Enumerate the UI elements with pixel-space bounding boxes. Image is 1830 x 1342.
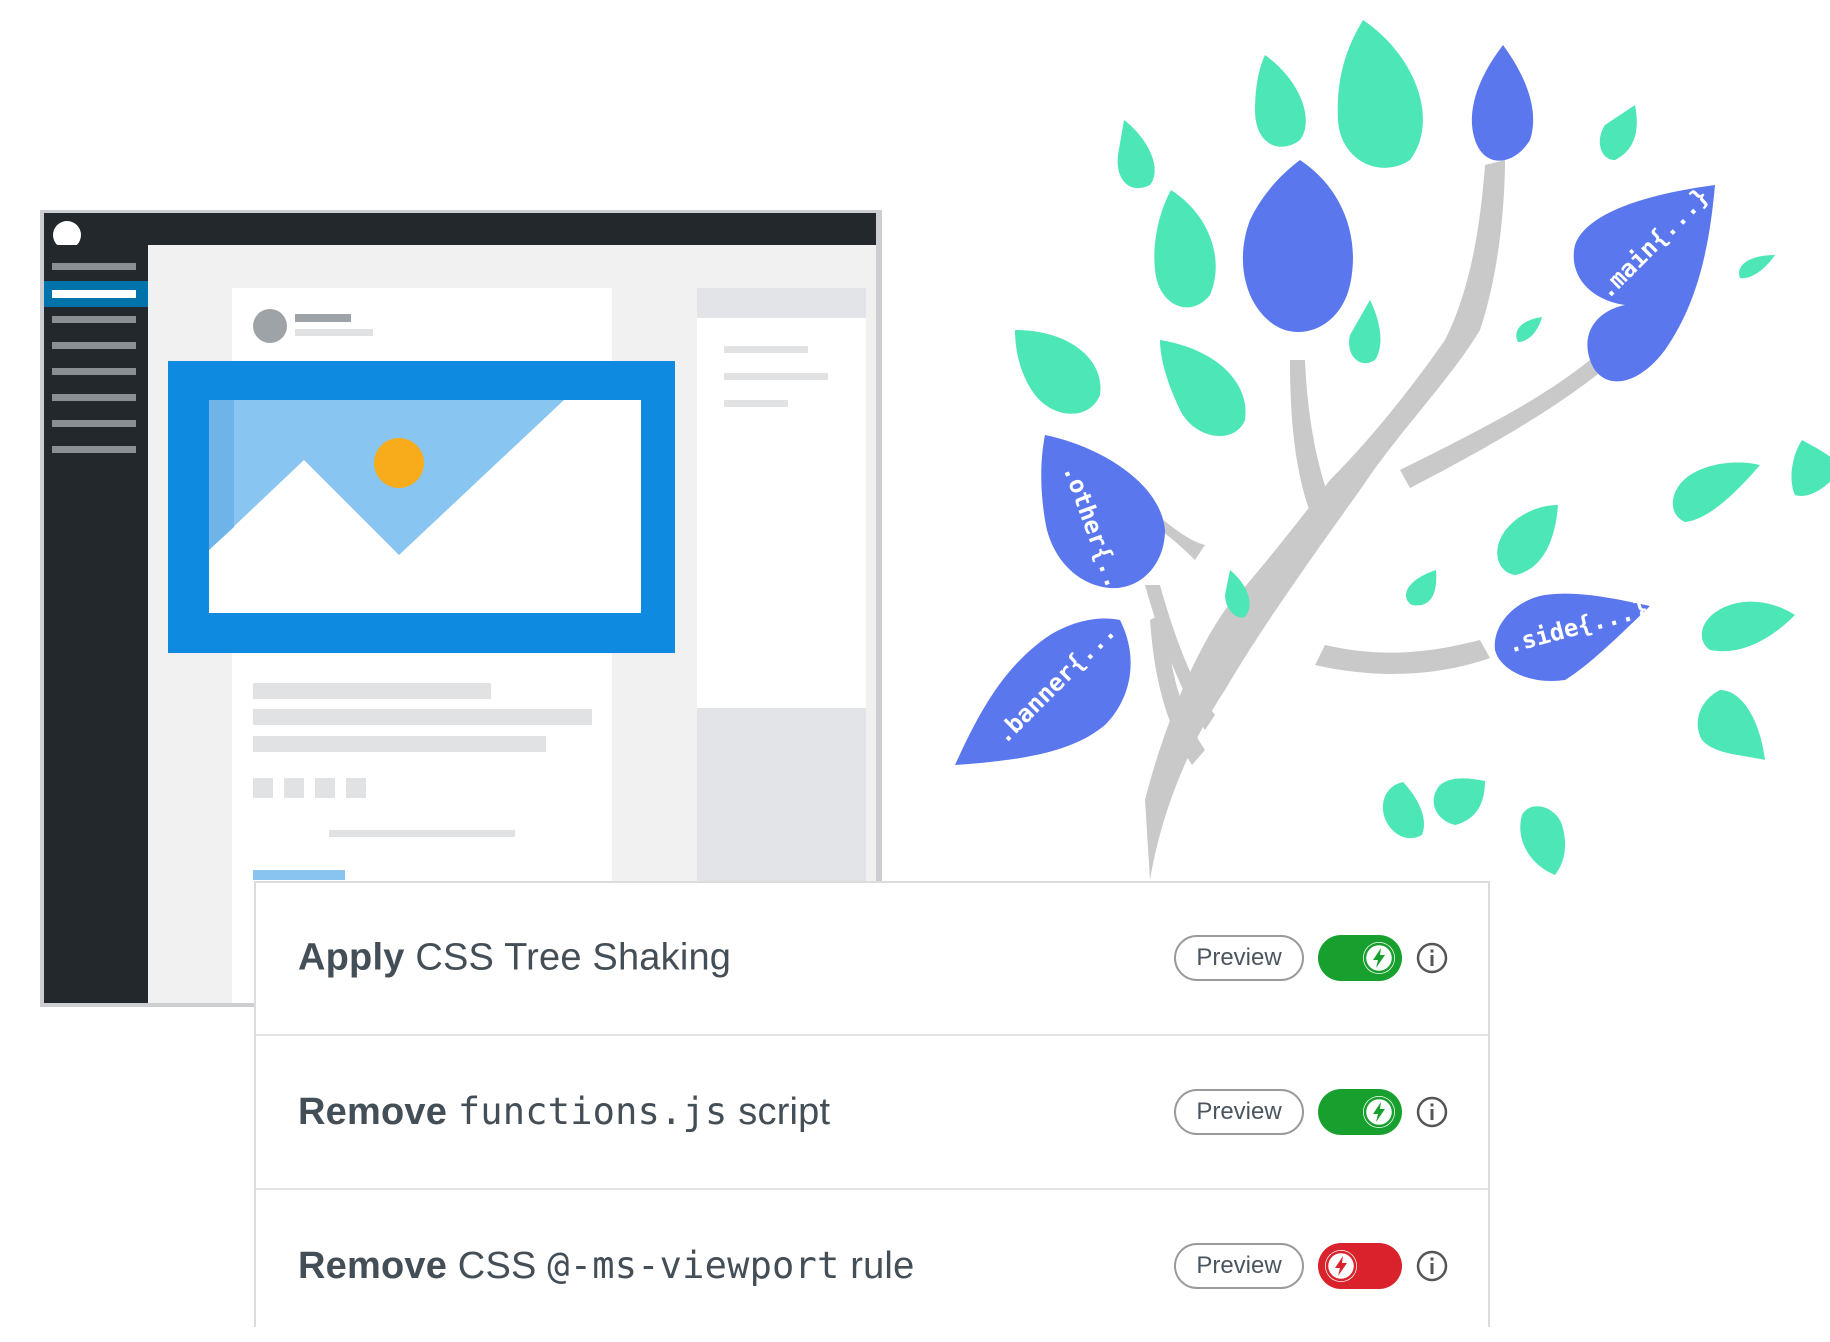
lightning-bolt-icon — [1363, 1096, 1395, 1128]
preview-button[interactable]: Preview — [1174, 1243, 1304, 1289]
share-square — [284, 778, 304, 798]
info-circle-icon[interactable] — [1416, 1250, 1448, 1282]
landscape-image-icon — [209, 400, 641, 613]
sidebar-item — [52, 342, 136, 349]
option-code: @-ms-viewport — [547, 1244, 840, 1287]
author-name-line — [295, 314, 351, 322]
option-label: Remove functions.js script — [298, 1090, 830, 1134]
option-label: Apply CSS Tree Shaking — [298, 937, 731, 980]
sidebar-item — [52, 263, 136, 270]
author-meta-line — [295, 329, 373, 336]
widget-panel-header — [697, 288, 866, 318]
option-text: CSS Tree Shaking — [404, 936, 732, 979]
option-text: script — [727, 1091, 831, 1133]
option-text: CSS — [447, 1245, 548, 1287]
share-square — [253, 778, 273, 798]
option-verb: Remove — [298, 1091, 448, 1133]
option-verb: Apply — [298, 936, 405, 979]
info-circle-icon[interactable] — [1416, 942, 1448, 974]
sidebar-item-active-line — [52, 290, 136, 298]
css-tree-illustration: .main{...} .other{...} .side{...} .banne… — [955, 20, 1830, 880]
admin-top-bar — [44, 213, 876, 245]
widget-line — [724, 346, 808, 353]
preview-button[interactable]: Preview — [1174, 935, 1304, 981]
option-verb: Remove — [298, 1245, 448, 1287]
green-leaves — [1015, 20, 1830, 875]
option-text — [447, 1091, 458, 1133]
sidebar-item — [52, 368, 136, 375]
option-label: Remove CSS @-ms-viewport rule — [298, 1244, 914, 1288]
read-more-button — [253, 870, 345, 880]
preview-button[interactable]: Preview — [1174, 1089, 1304, 1135]
option-toggle-on[interactable] — [1318, 1089, 1402, 1135]
avatar — [253, 309, 287, 343]
option-row-functions-js: Remove functions.js script Preview — [256, 1036, 1488, 1188]
share-square — [346, 778, 366, 798]
share-square — [315, 778, 335, 798]
text-line — [329, 830, 515, 837]
option-toggle-off[interactable] — [1318, 1243, 1402, 1289]
sidebar-item — [52, 420, 136, 427]
admin-sidebar — [44, 245, 148, 1003]
option-toggle-on[interactable] — [1318, 935, 1402, 981]
text-line — [253, 709, 592, 725]
sidebar-item — [52, 446, 136, 453]
option-row-ms-viewport: Remove CSS @-ms-viewport rule Preview — [256, 1190, 1488, 1342]
info-circle-icon[interactable] — [1416, 1096, 1448, 1128]
option-row-css-tree-shaking: Apply CSS Tree Shaking Preview — [256, 882, 1488, 1034]
sidebar-item — [52, 394, 136, 401]
text-line — [253, 683, 491, 699]
lightning-bolt-icon — [1363, 942, 1395, 974]
lightning-bolt-icon — [1325, 1250, 1357, 1282]
widget-line — [724, 373, 828, 380]
widget-line — [724, 400, 788, 407]
sidebar-item — [52, 316, 136, 323]
option-text: rule — [839, 1245, 915, 1287]
option-code: functions.js — [457, 1090, 728, 1133]
text-line — [253, 736, 546, 752]
